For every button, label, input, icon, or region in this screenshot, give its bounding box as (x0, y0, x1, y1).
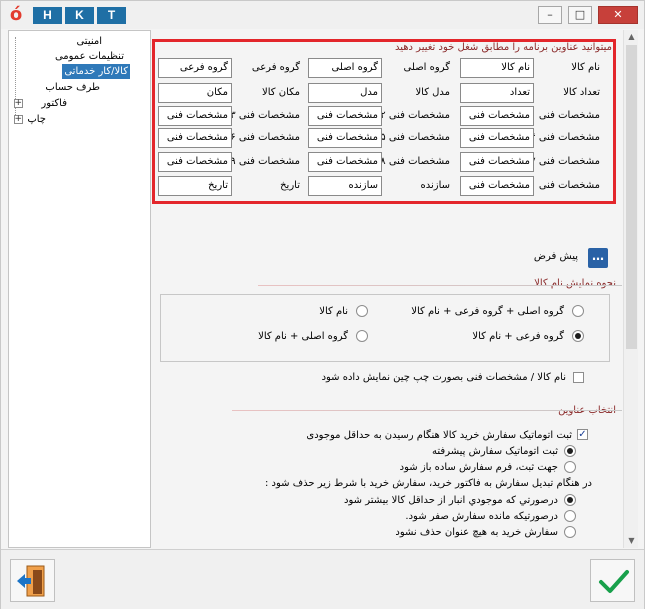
label-spec-7: مشخصات فنی ۷ (530, 156, 600, 167)
convert-order-note: در هنگام تبدیل سفارش به فاکتور خرید، سفا… (265, 478, 592, 489)
radio-never-delete[interactable] (564, 526, 576, 538)
input-spec-2[interactable]: مشخصات فنی (308, 106, 382, 126)
defaults-button[interactable]: … (588, 248, 608, 268)
close-button[interactable]: ✕ (598, 6, 638, 24)
label-date: تاریخ (280, 180, 300, 191)
input-spec-3[interactable]: مشخصات فنی (158, 106, 232, 126)
label-auto-order-advanced: ثبت اتوماتیک سفارش پیشرفته (432, 446, 558, 457)
label-name-only: نام کالا (319, 306, 348, 317)
label-spec-8: مشخصات فنی ۸ (380, 156, 450, 167)
label-spec-6: مشخصات فنی ۶ (230, 132, 300, 143)
name-display-separator (258, 285, 622, 286)
label-sub-name: گروه فرعی + نام کالا (472, 331, 564, 342)
bottom-bar (1, 549, 644, 609)
tab-k[interactable]: K (65, 7, 94, 24)
label-spec-5: مشخصات فنی ۵ (380, 132, 450, 143)
settings-window: ó H K T – □ ✕ امنیتی تنظیمات عمومی کالا/… (0, 0, 645, 609)
checkbox-auto-order[interactable]: ✓ (577, 429, 588, 440)
input-sub-group[interactable]: گروه فرعی (158, 58, 232, 78)
label-ltr-display: نام کالا / مشخصات فنی بصورت چپ چین نمایش… (321, 372, 566, 383)
defaults-label: پیش فرض (533, 251, 578, 262)
checkmark-icon (599, 570, 629, 593)
input-spec-8[interactable]: مشخصات فنی (308, 152, 382, 172)
titles-section-heading: میتوانید عناوین برنامه را مطابق شغل خود … (395, 42, 612, 53)
tree-item-goods-services[interactable]: کالا/کار خدماتی (62, 64, 130, 79)
window-controls: – □ ✕ (538, 6, 638, 24)
input-main-group[interactable]: گروه اصلی (308, 58, 382, 78)
label-spec-10: مشخصات فنی ۱۰ (525, 180, 600, 191)
tab-t[interactable]: T (97, 7, 126, 24)
tree-item-general-settings[interactable]: تنظیمات عمومی (55, 49, 124, 64)
input-goods-count[interactable]: تعداد (460, 83, 534, 103)
tree-item-print[interactable]: چاپ (27, 112, 46, 127)
main-scrollbar[interactable]: ▲ ▼ (623, 30, 638, 548)
radio-name-only[interactable] (356, 305, 368, 317)
input-spec-4[interactable]: مشخصات فنی (460, 128, 534, 148)
label-goods-count: تعداد کالا (563, 87, 600, 98)
radio-auto-order-advanced[interactable] (564, 445, 576, 457)
scroll-up-icon[interactable]: ▲ (624, 30, 639, 43)
maximize-button[interactable]: □ (568, 6, 592, 24)
label-main-name: گروه اصلی + نام کالا (258, 331, 348, 342)
expand-invoice-icon[interactable]: + (14, 99, 23, 108)
label-delete-if-stock-above-min: درصورتي كه موجودي انبار از حداقل كالا بي… (344, 495, 558, 506)
input-goods-model[interactable]: مدل (308, 83, 382, 103)
radio-delete-if-balance-zero[interactable] (564, 510, 576, 522)
label-spec-1: مشخصات فنی ۱ (530, 110, 600, 121)
tree-item-security[interactable]: امنیتی (76, 34, 102, 49)
label-sub-group: گروه فرعی (251, 62, 300, 73)
label-goods-location: مکان کالا (262, 87, 300, 98)
label-simple-order-form: جهت ثبت، فرم سفارش ساده باز شود (399, 462, 558, 473)
label-auto-order: ثبت اتوماتیک سفارش خرید کالا هنگام رسیدن… (306, 430, 572, 441)
label-spec-9: مشخصات فنی ۹ (230, 156, 300, 167)
label-manufacturer: سازنده (420, 180, 450, 191)
exit-door-icon (17, 565, 45, 597)
title-tabs: H K T (33, 7, 126, 24)
name-display-title: نحوه نمایش نام کالا (534, 278, 616, 289)
label-main-sub-name: گروه اصلی + گروه فرعی + نام کالا (411, 306, 564, 317)
checkbox-ltr-display[interactable] (573, 372, 584, 383)
radio-main-sub-name[interactable] (572, 305, 584, 317)
tab-h[interactable]: H (33, 7, 62, 24)
choose-titles-separator (232, 410, 622, 411)
label-never-delete: سفارش خرید به هیچ عنوان حذف نشود (395, 527, 558, 538)
label-goods-name: نام کالا (571, 62, 600, 73)
input-spec-9[interactable]: مشخصات فنی (158, 152, 232, 172)
tree-item-invoice[interactable]: فاکتور (41, 96, 67, 111)
title-bar: ó H K T – □ ✕ (1, 1, 644, 29)
minimize-button[interactable]: – (538, 6, 562, 24)
scroll-down-icon[interactable]: ▼ (624, 534, 639, 547)
label-spec-4: مشخصات فنی ۴ (530, 132, 600, 143)
radio-delete-if-stock-above-min[interactable] (564, 494, 576, 506)
app-logo-icon: ó (9, 4, 23, 25)
scrollbar-thumb[interactable] (626, 45, 637, 349)
input-goods-name[interactable]: نام کالا (460, 58, 534, 78)
ok-button[interactable] (590, 559, 635, 602)
input-spec-1[interactable]: مشخصات فنی (460, 106, 534, 126)
radio-sub-name[interactable] (572, 330, 584, 342)
label-goods-model: مدل کالا (415, 87, 450, 98)
label-delete-if-balance-zero: درصورتیکه مانده سفارش صفر شود. (405, 511, 558, 522)
input-manufacturer[interactable]: سازنده (308, 176, 382, 196)
main-panel: میتوانید عناوین برنامه را مطابق شغل خود … (152, 30, 622, 548)
name-display-radio-group (160, 294, 610, 362)
input-date[interactable]: تاریخ (158, 176, 232, 196)
radio-main-name[interactable] (356, 330, 368, 342)
label-spec-2: مشخصات فنی ۲ (380, 110, 450, 121)
input-goods-location[interactable]: مکان (158, 83, 232, 103)
expand-print-icon[interactable]: + (14, 115, 23, 124)
label-spec-3: مشخصات فنی ۳ (230, 110, 300, 121)
input-spec-10[interactable]: مشخصات فنی (460, 176, 534, 196)
input-spec-5[interactable]: مشخصات فنی (308, 128, 382, 148)
input-spec-7[interactable]: مشخصات فنی (460, 152, 534, 172)
input-spec-6[interactable]: مشخصات فنی (158, 128, 232, 148)
exit-button[interactable] (10, 559, 55, 602)
tree-item-account-party[interactable]: طرف حساب (45, 80, 100, 95)
radio-simple-order-form[interactable] (564, 461, 576, 473)
settings-tree: امنیتی تنظیمات عمومی کالا/کار خدماتی طرف… (8, 30, 151, 548)
label-main-group: گروه اصلی (403, 62, 450, 73)
